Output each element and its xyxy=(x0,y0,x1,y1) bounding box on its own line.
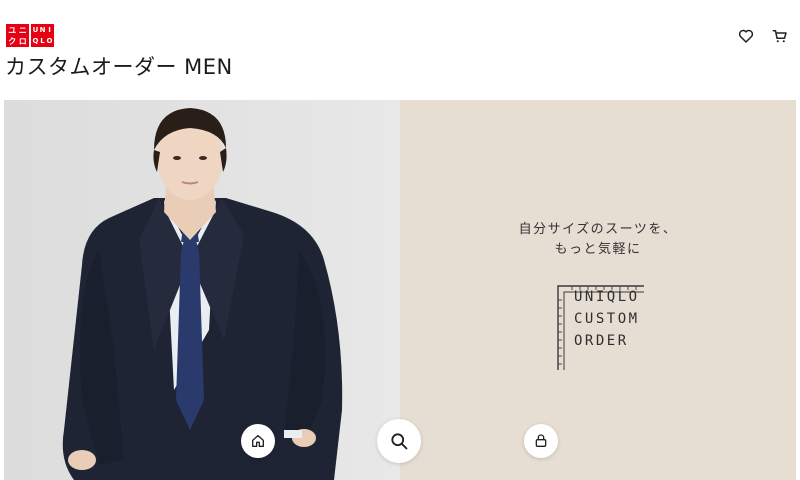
wordmark-line: UNIQLO xyxy=(574,289,640,305)
tagline-line: もっと気軽に xyxy=(554,242,642,257)
cart-icon[interactable] xyxy=(771,27,789,45)
logo-katakana-tile: ユ ニ ク ロ xyxy=(6,24,29,47)
page-title: カスタムオーダー MEN xyxy=(5,55,233,79)
tagline-line: 自分サイズのスーツを、 xyxy=(518,222,678,237)
logo-char: ニ xyxy=(18,26,27,35)
custom-order-logo: UNIQLO CUSTOM ORDER xyxy=(552,280,652,372)
account-button[interactable] xyxy=(524,424,558,458)
logo-char: N xyxy=(39,26,46,34)
uniqlo-logo[interactable]: ユ ニ ク ロ U N I Q L O xyxy=(6,24,54,47)
logo-char: U xyxy=(32,26,39,34)
custom-order-wordmark: UNIQLO CUSTOM ORDER xyxy=(574,286,640,352)
logo-char: ユ xyxy=(8,26,17,35)
search-icon xyxy=(391,433,408,450)
model-illustration xyxy=(4,100,400,480)
wordmark-line: ORDER xyxy=(574,333,629,349)
home-icon xyxy=(252,435,264,447)
logo-char: I xyxy=(48,26,51,34)
logo-char: O xyxy=(46,37,53,45)
home-button[interactable] xyxy=(241,424,275,458)
account-icon xyxy=(535,434,547,447)
heart-icon[interactable] xyxy=(737,27,755,45)
search-button[interactable] xyxy=(377,419,421,463)
logo-latin-tile: U N I Q L O xyxy=(31,24,54,47)
logo-char: ロ xyxy=(18,37,27,46)
logo-char: Q xyxy=(32,37,39,45)
logo-char: ク xyxy=(8,37,17,46)
hero-text-panel: 自分サイズのスーツを、 もっと気軽に UNIQLO CUSTOM ORDER xyxy=(400,100,796,480)
logo-char: L xyxy=(40,37,45,45)
hero-tagline: 自分サイズのスーツを、 もっと気軽に xyxy=(400,220,796,260)
wordmark-line: CUSTOM xyxy=(574,311,640,327)
hero-model-photo xyxy=(4,100,400,480)
header: ユ ニ ク ロ U N I Q L O カスタムオーダー MEN xyxy=(0,0,800,98)
